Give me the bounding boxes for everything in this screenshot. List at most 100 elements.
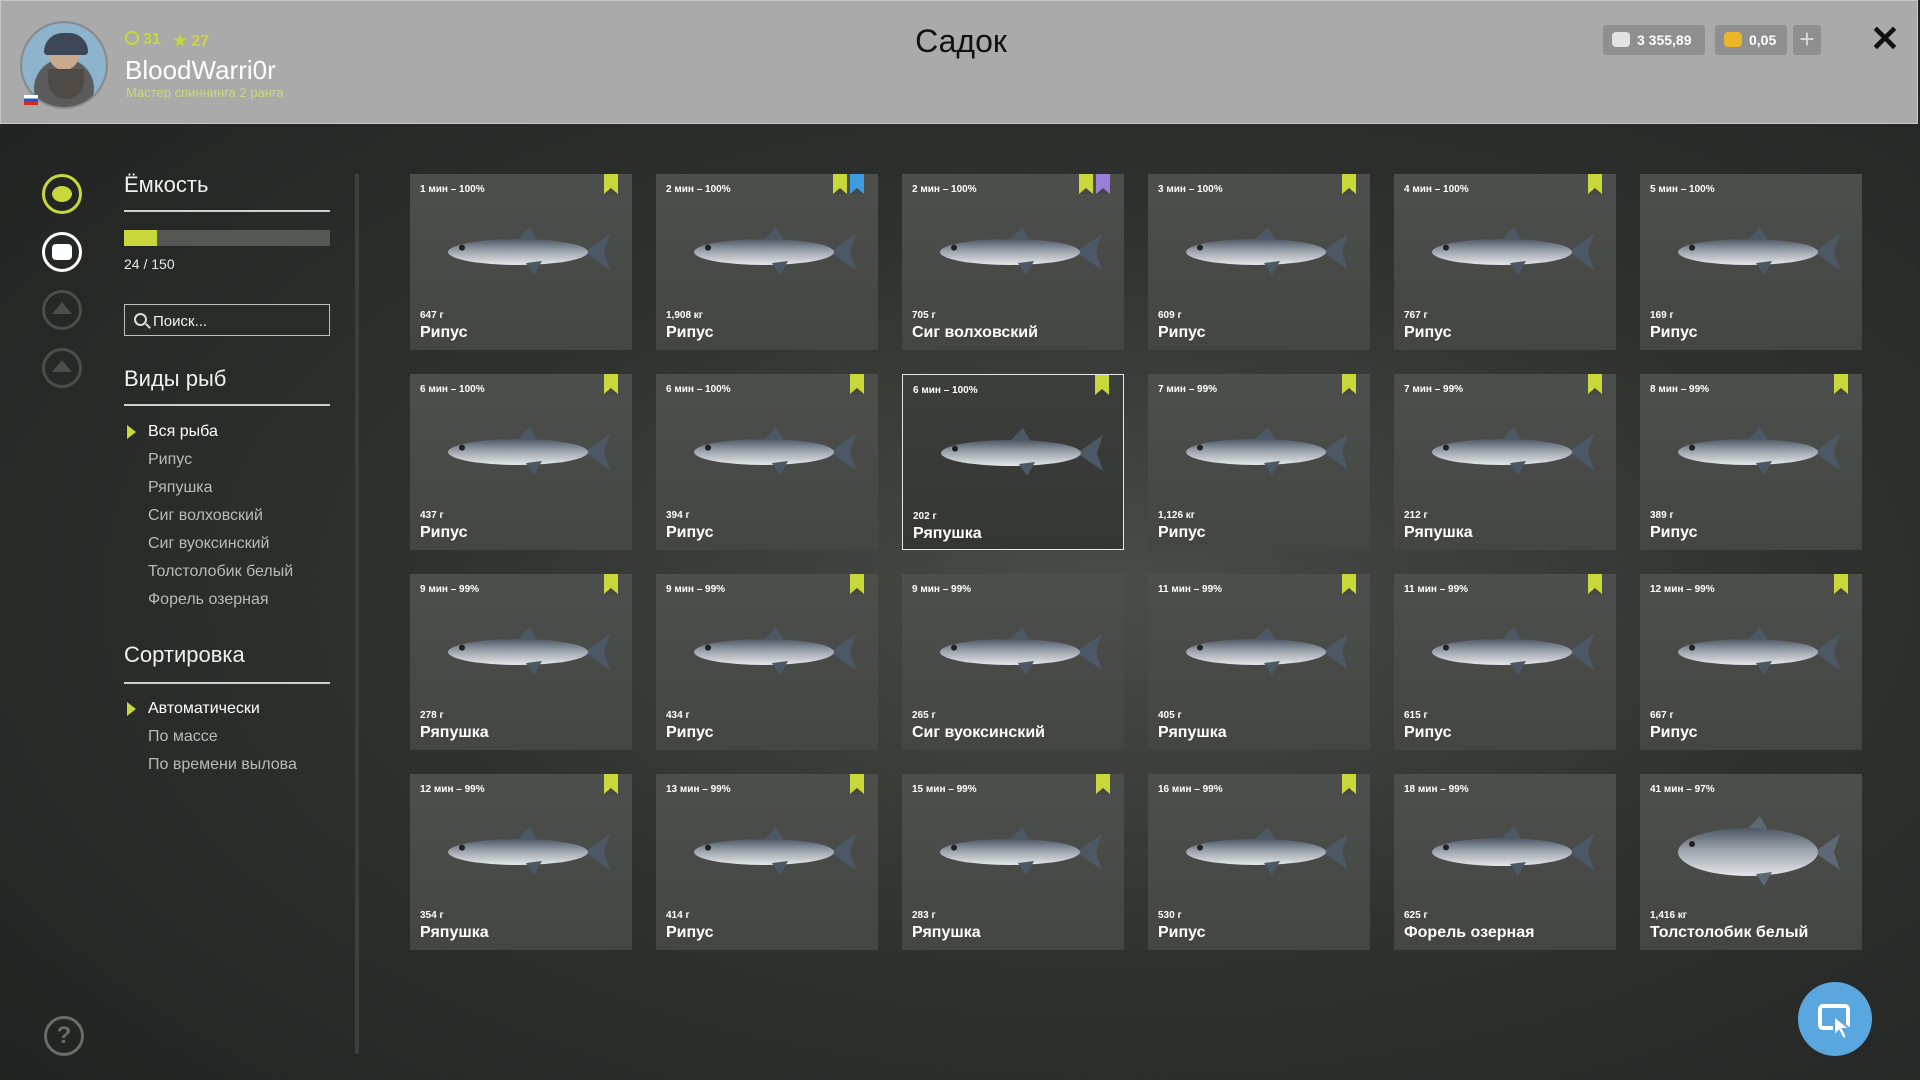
fish-name: Рипус <box>1404 324 1452 341</box>
fish-image <box>1432 627 1594 675</box>
fish-catch-time: 9 мин – 99% <box>666 584 726 595</box>
fish-name: Рипус <box>1158 324 1206 341</box>
fish-image <box>940 827 1102 875</box>
fish-marks <box>604 574 618 594</box>
bookmark-green-icon[interactable] <box>1588 174 1602 194</box>
fish-card[interactable]: 9 мин – 99% 265 г Сиг вуоксинский <box>902 574 1124 750</box>
fish-weight: 202 г <box>913 511 937 522</box>
fish-card[interactable]: 18 мин – 99% 625 г Форель озерная <box>1394 774 1616 950</box>
species-item-sig-vuoksinsky[interactable]: Сиг вуоксинский <box>148 535 269 553</box>
bookmark-green-icon[interactable] <box>1342 774 1356 794</box>
sort-item-auto[interactable]: Автоматически <box>148 700 260 718</box>
bookmark-green-icon[interactable] <box>1834 374 1848 394</box>
species-item-silver-carp[interactable]: Толстолобик белый <box>148 563 293 581</box>
bookmark-green-icon[interactable] <box>1096 774 1110 794</box>
fish-card[interactable]: 2 мин – 100% 705 г Сиг волховский <box>902 174 1124 350</box>
fish-card[interactable]: 7 мин – 99% 1,126 кг Рипус <box>1148 374 1370 550</box>
fish-image <box>694 827 856 875</box>
fish-card[interactable]: 6 мин – 100% 437 г Рипус <box>410 374 632 550</box>
bookmark-green-icon[interactable] <box>1095 375 1109 395</box>
bookmark-blue-icon[interactable] <box>850 174 864 194</box>
sort-item-by-mass[interactable]: По массе <box>148 728 218 746</box>
rail-upgrade-icon[interactable] <box>42 290 82 330</box>
fish-card[interactable]: 11 мин – 99% 405 г Ряпушка <box>1148 574 1370 750</box>
bookmark-purple-icon[interactable] <box>1096 174 1110 194</box>
species-item-ryapushka[interactable]: Ряпушка <box>148 479 213 497</box>
search-input[interactable] <box>151 305 325 337</box>
fish-card[interactable]: 6 мин – 100% 202 г Ряпушка <box>902 374 1124 550</box>
species-item-lake-trout[interactable]: Форель озерная <box>148 591 269 609</box>
fish-weight: 767 г <box>1404 310 1428 321</box>
fish-card[interactable]: 12 мин – 99% 667 г Рипус <box>1640 574 1862 750</box>
fish-weight: 434 г <box>666 710 690 721</box>
fish-weight: 394 г <box>666 510 690 521</box>
bookmark-green-icon[interactable] <box>850 574 864 594</box>
bookmark-green-icon[interactable] <box>1079 174 1093 194</box>
species-item-all[interactable]: Вся рыба <box>148 423 218 441</box>
fish-card[interactable]: 8 мин – 99% 389 г Рипус <box>1640 374 1862 550</box>
fish-card[interactable]: 6 мин – 100% 394 г Рипус <box>656 374 878 550</box>
sort-item-by-time[interactable]: По времени вылова <box>148 756 297 774</box>
fish-catch-time: 6 мин – 100% <box>666 384 731 395</box>
fish-weight: 1,908 кг <box>666 310 703 321</box>
fish-card[interactable]: 7 мин – 99% 212 г Ряпушка <box>1394 374 1616 550</box>
fish-catch-time: 6 мин – 100% <box>420 384 485 395</box>
fish-catch-time: 11 мин – 99% <box>1158 584 1223 595</box>
fish-card[interactable]: 12 мин – 99% 354 г Ряпушка <box>410 774 632 950</box>
bookmark-green-icon[interactable] <box>604 374 618 394</box>
fish-card[interactable]: 11 мин – 99% 615 г Рипус <box>1394 574 1616 750</box>
fish-catch-time: 12 мин – 99% <box>1650 584 1715 595</box>
fish-card[interactable]: 9 мин – 99% 278 г Ряпушка <box>410 574 632 750</box>
cursor-mode-button[interactable] <box>1798 982 1872 1056</box>
fish-catch-time: 3 мин – 100% <box>1158 184 1223 195</box>
rail-home-icon[interactable] <box>42 348 82 388</box>
fish-card[interactable]: 1 мин – 100% 647 г Рипус <box>410 174 632 350</box>
bookmark-green-icon[interactable] <box>833 174 847 194</box>
fish-image <box>1186 827 1348 875</box>
fish-weight: 212 г <box>1404 510 1428 521</box>
fish-marks <box>1588 174 1602 194</box>
fish-card[interactable]: 16 мин – 99% 530 г Рипус <box>1148 774 1370 950</box>
rail-fish-icon[interactable] <box>42 174 82 214</box>
fish-card[interactable]: 5 мин – 100% 169 г Рипус <box>1640 174 1862 350</box>
capacity-heading: Ёмкость <box>124 172 209 197</box>
fish-marks <box>850 374 864 394</box>
bookmark-green-icon[interactable] <box>1834 574 1848 594</box>
fish-catch-time: 16 мин – 99% <box>1158 784 1223 795</box>
fish-marks <box>1095 375 1109 395</box>
rail-keepnet-icon[interactable] <box>42 232 82 272</box>
bookmark-green-icon[interactable] <box>850 774 864 794</box>
bookmark-green-icon[interactable] <box>850 374 864 394</box>
help-button[interactable]: ? <box>44 1016 84 1056</box>
add-currency-button[interactable]: + <box>1793 25 1821 55</box>
bookmark-green-icon[interactable] <box>604 574 618 594</box>
sort-heading: Сортировка <box>124 642 245 667</box>
fish-image <box>694 627 856 675</box>
bookmark-green-icon[interactable] <box>604 774 618 794</box>
bookmark-green-icon[interactable] <box>1342 374 1356 394</box>
fish-image <box>1678 627 1840 675</box>
fish-image <box>940 627 1102 675</box>
fish-card[interactable]: 41 мин – 97% 1,416 кг Толстолобик белый <box>1640 774 1862 950</box>
fish-weight: 609 г <box>1158 310 1182 321</box>
fish-marks <box>850 774 864 794</box>
fish-catch-time: 18 мин – 99% <box>1404 784 1469 795</box>
fish-card[interactable]: 4 мин – 100% 767 г Рипус <box>1394 174 1616 350</box>
bookmark-green-icon[interactable] <box>1588 574 1602 594</box>
fish-name: Ряпушка <box>1404 524 1473 541</box>
fish-name: Ряпушка <box>420 924 489 941</box>
fish-card[interactable]: 3 мин – 100% 609 г Рипус <box>1148 174 1370 350</box>
close-button[interactable]: ✕ <box>1865 19 1905 59</box>
fish-card[interactable]: 9 мин – 99% 434 г Рипус <box>656 574 878 750</box>
fish-card[interactable]: 15 мин – 99% 283 г Ряпушка <box>902 774 1124 950</box>
bookmark-green-icon[interactable] <box>604 174 618 194</box>
fish-card[interactable]: 13 мин – 99% 414 г Рипус <box>656 774 878 950</box>
bookmark-green-icon[interactable] <box>1342 574 1356 594</box>
bookmark-green-icon[interactable] <box>1342 174 1356 194</box>
species-item-ripus[interactable]: Рипус <box>148 451 192 469</box>
bookmark-green-icon[interactable] <box>1588 374 1602 394</box>
fish-weight: 615 г <box>1404 710 1428 721</box>
species-item-sig-volkhovsky[interactable]: Сиг волховский <box>148 507 263 525</box>
capacity-count: 24 / 150 <box>124 256 175 272</box>
fish-card[interactable]: 2 мин – 100% 1,908 кг Рипус <box>656 174 878 350</box>
